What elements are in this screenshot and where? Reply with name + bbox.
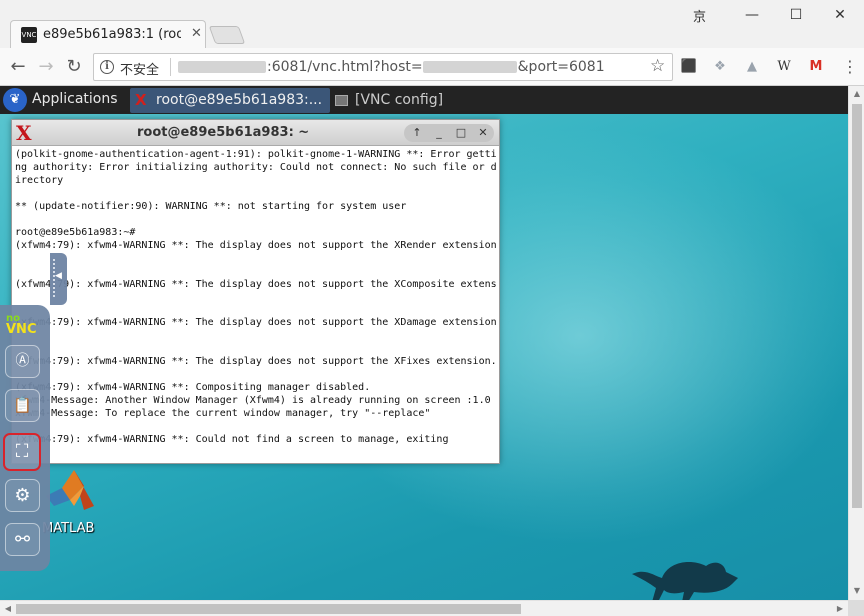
disconnect-icon[interactable]: ⚯ — [5, 523, 40, 556]
terminal-line: xfwm4-Message: To replace the current wi… — [15, 408, 431, 420]
tab-title: e89e5b61a983:1 (root) — [43, 27, 181, 42]
browser-titlebar: VNC e89e5b61a983:1 (root) ✕ 京 — ☐ ✕ — [0, 0, 864, 48]
redacted-host — [178, 61, 266, 73]
bookmark-star-icon[interactable]: ☆ — [650, 56, 665, 76]
terminal-line: ** (update-notifier:90): WARNING **: not… — [15, 200, 407, 212]
gmail-icon[interactable]: M — [807, 58, 825, 76]
pdf-icon[interactable]: ⬛ — [680, 58, 698, 76]
keyboard-icon[interactable]: Ⓐ — [5, 345, 40, 378]
minimize-button[interactable]: — — [730, 2, 774, 28]
browser-tab[interactable]: VNC e89e5b61a983:1 (root) ✕ — [10, 20, 206, 48]
xterm-icon: X — [16, 121, 32, 145]
terminal-line: (xfwm4:79): xfwm4-WARNING **: Could not … — [15, 433, 449, 445]
novnc-control-bar: no VNC Ⓐ 📋 ⛶ ⚙ ⚯ — [0, 305, 50, 571]
close-window-button[interactable]: ✕ — [472, 124, 494, 142]
window-icon — [335, 95, 348, 106]
x-app-icon: X — [135, 91, 147, 109]
redacted-host — [422, 61, 517, 73]
terminal-line: xfwm4-Message: Another Window Manager (X… — [15, 395, 491, 407]
terminal-output[interactable]: (polkit-gnome-authentication-agent-1:91)… — [15, 149, 497, 461]
info-icon[interactable]: i — [100, 60, 114, 74]
url-separator — [170, 58, 171, 76]
browser-toolbar: ← → ↻ i 不安全 :6081/vnc.html?host= &port=60… — [0, 48, 864, 86]
terminal-title: root@e89e5b61a983: ~ — [137, 125, 310, 140]
terminal-line: (xfwm4:79): xfwm4-WARNING **: Compositin… — [15, 382, 371, 394]
fullscreen-icon[interactable]: ⛶ — [3, 433, 41, 471]
novnc-handle[interactable]: ◀ — [50, 253, 67, 305]
terminal-line: (xfwm4:79): xfwm4-WARNING **: The displa… — [15, 317, 497, 329]
horizontal-scroll-thumb[interactable] — [16, 604, 521, 614]
vertical-scroll-thumb[interactable] — [852, 104, 862, 508]
wikipedia-icon[interactable]: W — [775, 58, 793, 76]
clipboard-icon[interactable]: 📋 — [5, 389, 40, 422]
scroll-up-icon[interactable]: ▲ — [849, 89, 864, 98]
scrollbar-corner — [848, 600, 864, 616]
xfce-mouse-wallpaper — [632, 562, 738, 600]
profile-button[interactable]: 京 — [693, 6, 706, 25]
scroll-left-icon[interactable]: ◀ — [0, 604, 16, 613]
browser-menu-icon[interactable]: ⋮ — [842, 57, 858, 77]
tab-close-icon[interactable]: ✕ — [191, 26, 202, 41]
matlab-icon[interactable] — [44, 466, 96, 512]
security-label: 不安全 — [120, 63, 160, 78]
new-tab-button[interactable] — [208, 26, 246, 44]
minimize-window-button[interactable]: _ — [428, 124, 450, 142]
scroll-right-icon[interactable]: ▶ — [832, 604, 848, 613]
xfce-panel: ❦ Applications X root@e89e5b61a983:... [… — [0, 86, 848, 114]
forward-button[interactable]: → — [35, 56, 57, 78]
terminal-titlebar[interactable]: X root@e89e5b61a983: ~ ↑ _ □ ✕ — [12, 120, 499, 146]
terminal-line: (xfwm4:79): xfwm4-WARNING **: The displa… — [15, 278, 497, 290]
settings-gear-icon[interactable]: ⚙ — [5, 479, 40, 512]
xfce-logo-icon[interactable]: ❦ — [3, 88, 27, 112]
terminal-line: ng authority: Error initializing authori… — [15, 161, 497, 173]
dropbox-icon[interactable]: ❖ — [711, 58, 729, 76]
vertical-scrollbar[interactable]: ▲ ▼ — [848, 86, 864, 600]
drive-icon[interactable]: ▲ — [743, 58, 761, 76]
taskbar-item-label: [VNC config] — [355, 92, 444, 108]
taskbar-item-vnc-config[interactable]: [VNC config] — [333, 88, 533, 113]
window-controls: ↑ _ □ ✕ — [404, 124, 494, 142]
taskbar-item-terminal[interactable]: X root@e89e5b61a983:... — [130, 88, 330, 113]
novnc-logo: no VNC — [6, 313, 37, 337]
scroll-down-icon[interactable]: ▼ — [849, 586, 864, 595]
reload-button[interactable]: ↻ — [63, 56, 85, 78]
terminal-line: (xfwm4:79): xfwm4-WARNING **: The displa… — [15, 239, 497, 251]
vnc-favicon-icon: VNC — [21, 27, 37, 43]
terminal-line: (xfwm4:79): xfwm4-WARNING **: The displa… — [15, 356, 497, 368]
horizontal-scrollbar[interactable]: ◀ ▶ — [0, 600, 848, 616]
terminal-window[interactable]: X root@e89e5b61a983: ~ ↑ _ □ ✕ (polkit-g… — [11, 119, 500, 464]
terminal-line: root@e89e5b61a983:~# — [15, 226, 136, 238]
url-text[interactable]: :6081/vnc.html?host= &port=6081 — [178, 59, 605, 75]
applications-menu[interactable]: Applications — [32, 91, 118, 107]
shade-button[interactable]: ↑ — [406, 124, 428, 142]
terminal-line: (polkit-gnome-authentication-agent-1:91)… — [15, 149, 497, 160]
maximize-button[interactable]: ☐ — [774, 2, 818, 28]
close-window-button[interactable]: ✕ — [818, 2, 862, 28]
address-bar[interactable]: i 不安全 :6081/vnc.html?host= &port=6081 ☆ — [93, 53, 673, 81]
terminal-line: irectory — [15, 174, 64, 186]
back-button[interactable]: ← — [7, 56, 29, 78]
collapse-arrow-icon: ◀ — [55, 271, 62, 281]
taskbar-item-label: root@e89e5b61a983:... — [156, 92, 323, 108]
maximize-window-button[interactable]: □ — [450, 124, 472, 142]
remote-desktop[interactable]: ❦ Applications X root@e89e5b61a983:... [… — [0, 86, 848, 600]
